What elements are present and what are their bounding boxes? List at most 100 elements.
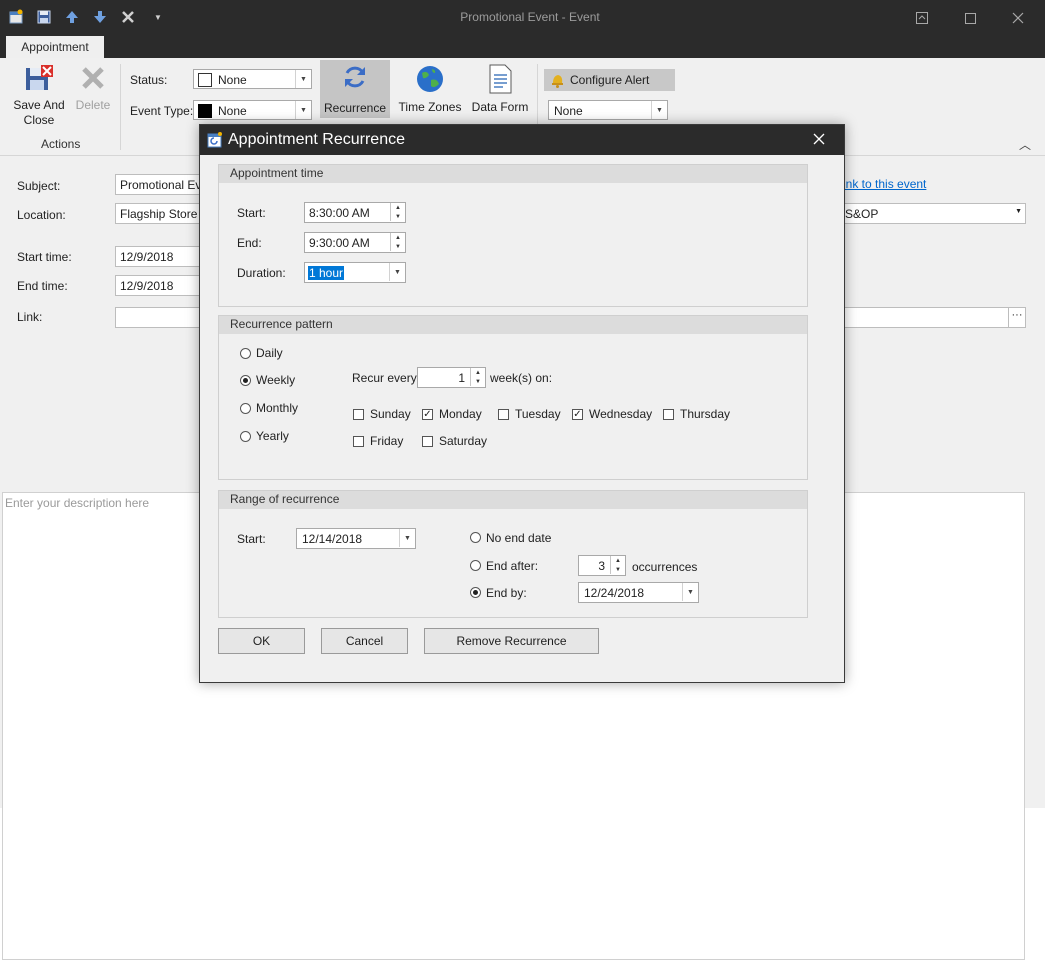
ribbon-display-icon[interactable] xyxy=(912,8,932,28)
checkbox-thursday[interactable] xyxy=(663,409,674,420)
spin-up-icon[interactable]: ▲ xyxy=(470,368,485,377)
time-zones-button[interactable]: Time Zones xyxy=(396,64,464,115)
remove-recurrence-button[interactable]: Remove Recurrence xyxy=(424,628,599,654)
end-time-spinner[interactable]: 9:30:00 AM ▲ ▼ xyxy=(304,232,406,253)
chevron-down-icon[interactable]: ▼ xyxy=(389,263,405,281)
delete-button[interactable]: Delete xyxy=(73,64,113,113)
occurrences-spinner[interactable]: 3 ▲ ▼ xyxy=(578,555,626,576)
tab-appointment[interactable]: Appointment xyxy=(6,36,104,58)
close-window-icon[interactable] xyxy=(1008,8,1028,28)
configure-alert-button[interactable]: Configure Alert xyxy=(544,69,675,91)
previous-item-icon[interactable] xyxy=(63,8,81,26)
end-time-label: End time: xyxy=(17,279,68,293)
range-start-date-picker[interactable]: 12/14/2018 ▼ xyxy=(296,528,416,549)
sunday-label: Sunday xyxy=(370,407,411,421)
end-after-value: 3 xyxy=(598,559,605,573)
yearly-label: Yearly xyxy=(256,429,289,443)
cancel-button[interactable]: Cancel xyxy=(321,628,408,654)
save-and-close-button[interactable]: Save And Close xyxy=(10,64,68,128)
chevron-down-icon[interactable]: ▼ xyxy=(295,101,311,119)
alert-value: None xyxy=(554,104,583,118)
location-input[interactable]: Flagship Store xyxy=(115,203,205,224)
checkbox-sunday[interactable] xyxy=(353,409,364,420)
subject-input[interactable]: Promotional Ev xyxy=(115,174,205,195)
chevron-down-icon[interactable]: ▼ xyxy=(682,583,698,601)
end-after-label: End after: xyxy=(486,559,539,573)
range-header: Range of recurrence xyxy=(219,491,807,509)
checkbox-friday[interactable] xyxy=(353,436,364,447)
next-item-icon[interactable] xyxy=(91,8,109,26)
data-form-button[interactable]: Data Form xyxy=(469,64,531,115)
occurrences-label: occurrences xyxy=(632,560,698,574)
recurrence-icon xyxy=(320,60,390,94)
checkbox-tuesday[interactable] xyxy=(498,409,509,420)
recur-every-spinner[interactable]: 1 ▲ ▼ xyxy=(417,367,486,388)
spin-down-icon[interactable]: ▼ xyxy=(390,242,405,251)
chevron-down-icon[interactable]: ▼ xyxy=(651,101,667,119)
browse-link-button[interactable]: ··· xyxy=(1008,307,1026,328)
start-time-spinner[interactable]: 8:30:00 AM ▲ ▼ xyxy=(304,202,406,223)
start-time-label: Start time: xyxy=(17,250,72,264)
link-input-right[interactable] xyxy=(840,307,1010,328)
delete-icon[interactable] xyxy=(119,8,137,26)
spin-down-icon[interactable]: ▼ xyxy=(610,565,625,574)
alert-combo[interactable]: None ▼ xyxy=(548,100,668,120)
checkbox-wednesday[interactable]: ✓ xyxy=(572,409,583,420)
link-input[interactable] xyxy=(115,307,205,328)
end-by-date-picker[interactable]: 12/24/2018 ▼ xyxy=(578,582,699,603)
data-form-icon xyxy=(469,64,531,96)
status-combo[interactable]: None ▼ xyxy=(193,69,312,89)
no-end-date-label: No end date xyxy=(486,531,552,545)
tuesday-label: Tuesday xyxy=(515,407,561,421)
spin-up-icon[interactable]: ▲ xyxy=(390,203,405,212)
collapse-ribbon-icon[interactable]: ︿ xyxy=(1019,136,1031,153)
recurrence-pattern-group: Recurrence pattern Daily Weekly Monthly … xyxy=(218,315,808,480)
chevron-down-icon[interactable]: ▼ xyxy=(295,70,311,88)
dialog-title: Appointment Recurrence xyxy=(228,131,405,148)
radio-yearly[interactable] xyxy=(240,431,251,442)
radio-weekly[interactable] xyxy=(240,375,251,386)
description-placeholder: Enter your description here xyxy=(5,496,150,510)
radio-no-end-date[interactable] xyxy=(470,532,481,543)
actions-group-label: Actions xyxy=(41,137,81,151)
end-time-value: 9:30:00 AM xyxy=(309,236,370,250)
chevron-down-icon[interactable]: ▼ xyxy=(1015,208,1022,215)
group-divider xyxy=(120,64,121,150)
event-type-combo[interactable]: None ▼ xyxy=(193,100,312,120)
maximize-icon[interactable] xyxy=(960,8,980,28)
radio-monthly[interactable] xyxy=(240,403,251,414)
recurrence-label: Recurrence xyxy=(323,101,387,115)
start-date-input[interactable]: 12/9/2018 xyxy=(115,246,205,267)
save-icon[interactable] xyxy=(35,8,53,26)
recurrence-pattern-header: Recurrence pattern xyxy=(219,316,807,334)
radio-daily[interactable] xyxy=(240,348,251,359)
radio-end-by[interactable] xyxy=(470,587,481,598)
ok-button[interactable]: OK xyxy=(218,628,305,654)
chevron-down-icon[interactable]: ▼ xyxy=(399,529,415,547)
weekly-label: Weekly xyxy=(256,373,296,387)
spin-down-icon[interactable]: ▼ xyxy=(470,377,485,386)
range-start-value: 12/14/2018 xyxy=(302,532,363,546)
event-type-swatch xyxy=(198,104,212,118)
link-to-event[interactable]: ink to this event xyxy=(843,177,926,191)
new-appointment-icon[interactable] xyxy=(7,8,25,26)
quick-access-dropdown-icon[interactable]: ▼ xyxy=(149,8,167,26)
spin-down-icon[interactable]: ▼ xyxy=(390,212,405,221)
globe-icon xyxy=(396,64,464,96)
dialog-titlebar: Appointment Recurrence xyxy=(200,125,844,155)
dialog-close-icon[interactable] xyxy=(812,132,826,149)
duration-combo[interactable]: 1 hour ▼ xyxy=(304,262,406,283)
monday-label: Monday xyxy=(439,407,482,421)
recurrence-button[interactable]: Recurrence xyxy=(320,60,390,118)
checkbox-saturday[interactable] xyxy=(422,436,433,447)
category-combo[interactable]: S&OP ▼ xyxy=(840,203,1026,224)
delete-label: Delete xyxy=(75,98,111,112)
end-date-input[interactable]: 12/9/2018 xyxy=(115,275,205,296)
checkbox-monday[interactable]: ✓ xyxy=(422,409,433,420)
category-value: S&OP xyxy=(845,207,879,221)
range-start-label: Start: xyxy=(237,532,266,546)
spin-up-icon[interactable]: ▲ xyxy=(390,233,405,242)
radio-end-after[interactable] xyxy=(470,560,481,571)
scrollbar[interactable] xyxy=(1027,337,1041,805)
spin-up-icon[interactable]: ▲ xyxy=(610,556,625,565)
